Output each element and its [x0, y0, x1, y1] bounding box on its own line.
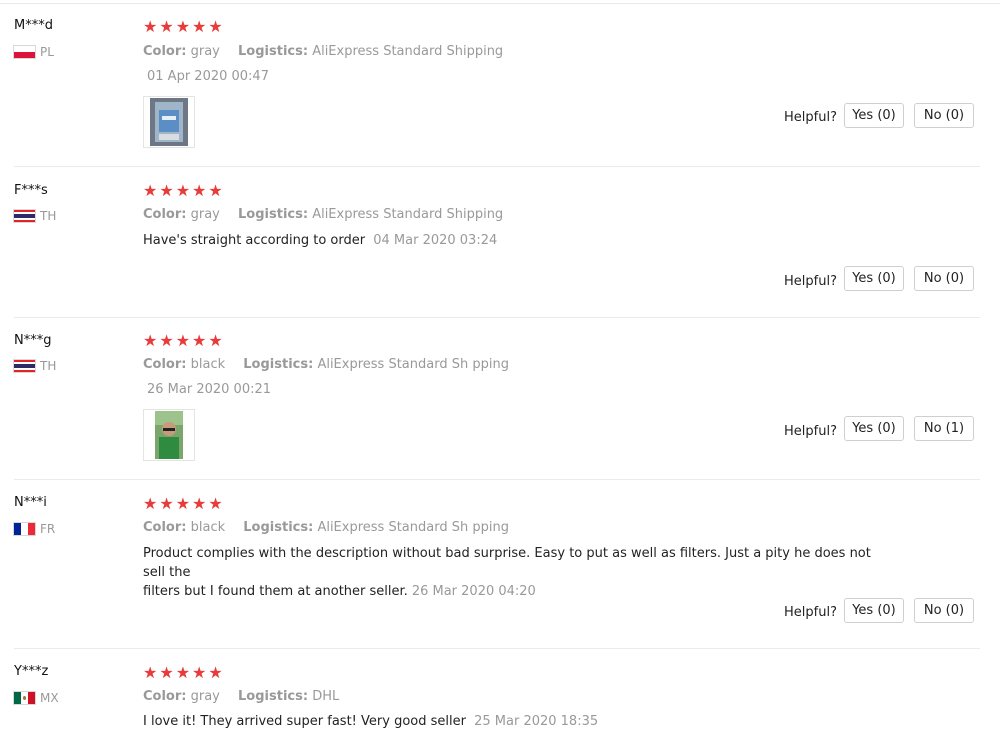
color-label: Color: — [143, 207, 187, 222]
reviewer-name: N***g — [14, 333, 52, 348]
thailand-flag-icon — [14, 210, 35, 222]
logistics-label: Logistics: — [243, 357, 314, 372]
review-photo-thumbnail[interactable] — [143, 409, 195, 461]
thailand-flag-icon — [14, 360, 35, 372]
color-label: Color: — [143, 44, 187, 59]
rating-stars: ★★★★★ — [143, 663, 225, 682]
country-code: PL — [40, 45, 54, 59]
france-flag-icon — [14, 523, 35, 535]
helpful-label: Helpful? — [784, 605, 837, 620]
logistics-value: AliExpress Standard Sh pping — [317, 357, 509, 372]
reviewer-country: FR — [14, 522, 55, 536]
user-photo-icon — [155, 411, 183, 459]
country-code: TH — [40, 359, 57, 373]
rating-stars: ★★★★★ — [143, 17, 225, 36]
helpful-label: Helpful? — [784, 424, 837, 439]
review-meta: Color: black Logistics: AliExpress Stand… — [143, 520, 509, 535]
review-meta: Color: gray Logistics: AliExpress Standa… — [143, 207, 503, 222]
poland-flag-icon — [14, 46, 35, 58]
helpful-no-button[interactable]: No (0) — [914, 598, 974, 623]
color-value: black — [190, 357, 226, 372]
review-divider — [14, 166, 980, 167]
logistics-label: Logistics: — [243, 520, 314, 535]
review-photo-thumbnail[interactable] — [143, 96, 195, 148]
review-meta: Color: gray Logistics: DHL — [143, 689, 339, 704]
color-value: black — [190, 520, 226, 535]
review-date: 26 Mar 2020 00:21 — [147, 382, 272, 397]
country-code: FR — [40, 522, 56, 536]
reviewer-country: PL — [14, 45, 54, 59]
reviewer-country: TH — [14, 359, 56, 373]
logistics-label: Logistics: — [238, 44, 309, 59]
rating-stars: ★★★★★ — [143, 494, 225, 513]
logistics-value: DHL — [312, 689, 340, 704]
helpful-yes-button[interactable]: Yes (0) — [844, 416, 904, 441]
review-text: Have's straight according to order — [143, 233, 366, 248]
rating-stars: ★★★★★ — [143, 181, 225, 200]
reviewer-name: M***d — [14, 18, 53, 33]
helpful-yes-button[interactable]: Yes (0) — [844, 266, 904, 291]
logistics-label: Logistics: — [238, 689, 309, 704]
review-content: Have's straight according to order 04 Ma… — [143, 231, 497, 250]
reviewer-country: TH — [14, 209, 56, 223]
reviewer-name: F***s — [14, 183, 48, 198]
mexico-flag-icon — [14, 692, 35, 704]
review-text-line: Product complies with the description wi… — [143, 546, 871, 580]
review-date: 26 Mar 2020 04:20 — [411, 584, 536, 599]
review-text: I love it! They arrived super fast! Very… — [143, 714, 466, 729]
helpful-no-button[interactable]: No (1) — [914, 416, 974, 441]
review-meta: Color: gray Logistics: AliExpress Standa… — [143, 44, 503, 59]
review-content: I love it! They arrived super fast! Very… — [143, 712, 598, 731]
review-date: 04 Mar 2020 03:24 — [373, 233, 498, 248]
country-code: TH — [40, 209, 57, 223]
country-code: MX — [40, 691, 59, 705]
review-text-line: filters but I found them at another sell… — [143, 584, 408, 599]
color-value: gray — [190, 689, 220, 704]
rating-stars: ★★★★★ — [143, 331, 225, 350]
color-value: gray — [190, 44, 220, 59]
review-content: Product complies with the description wi… — [143, 544, 883, 601]
logistics-value: AliExpress Standard Shipping — [312, 207, 504, 222]
helpful-label: Helpful? — [784, 274, 837, 289]
review-meta: Color: black Logistics: AliExpress Stand… — [143, 357, 509, 372]
helpful-no-button[interactable]: No (0) — [914, 103, 974, 128]
review-divider — [14, 479, 980, 480]
reviewer-name: N***i — [14, 495, 47, 510]
review-date: 01 Apr 2020 00:47 — [147, 69, 269, 84]
review-divider — [14, 648, 980, 649]
helpful-label: Helpful? — [784, 110, 837, 125]
helpful-no-button[interactable]: No (0) — [914, 266, 974, 291]
color-value: gray — [190, 207, 220, 222]
logistics-value: AliExpress Standard Shipping — [312, 44, 504, 59]
product-photo-icon — [150, 98, 188, 146]
color-label: Color: — [143, 520, 187, 535]
color-label: Color: — [143, 689, 187, 704]
logistics-label: Logistics: — [238, 207, 309, 222]
reviewer-country: MX — [14, 691, 59, 705]
reviewer-name: Y***z — [14, 664, 49, 679]
logistics-value: AliExpress Standard Sh pping — [317, 520, 509, 535]
color-label: Color: — [143, 357, 187, 372]
helpful-yes-button[interactable]: Yes (0) — [844, 598, 904, 623]
helpful-yes-button[interactable]: Yes (0) — [844, 103, 904, 128]
top-divider — [0, 3, 1000, 4]
review-divider — [14, 317, 980, 318]
review-date: 25 Mar 2020 18:35 — [474, 714, 599, 729]
